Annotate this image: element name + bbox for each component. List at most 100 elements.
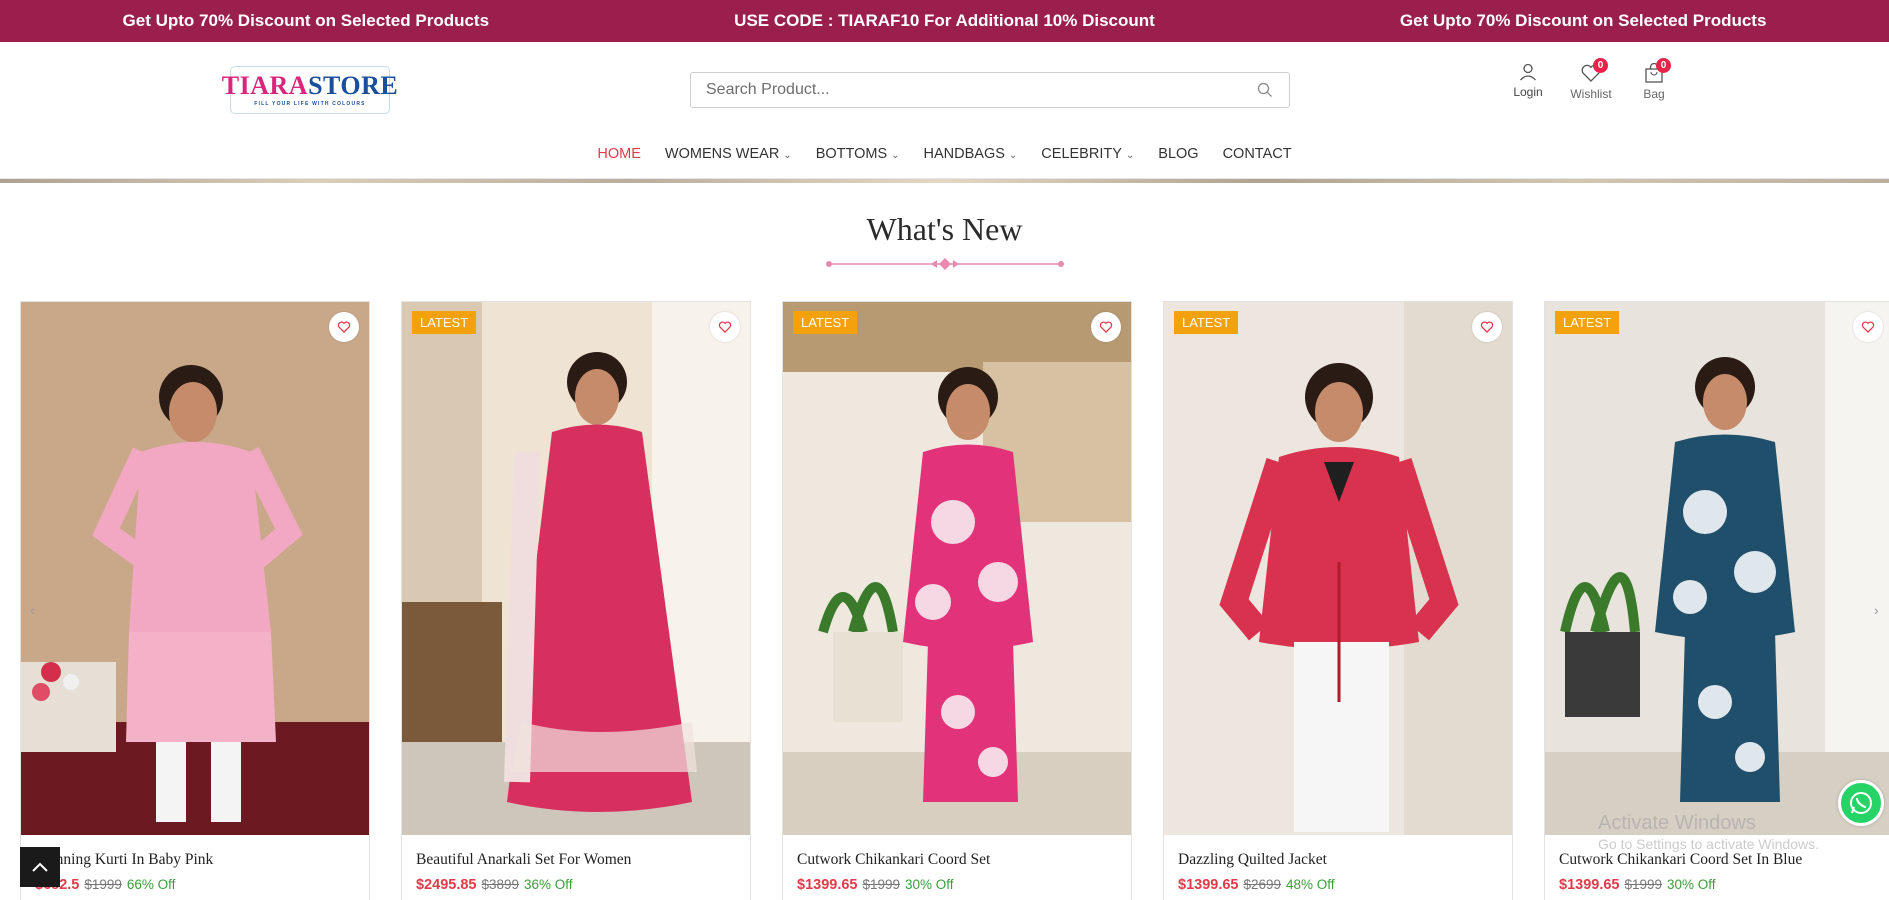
nav-contact-label: CONTACT [1222, 146, 1292, 162]
nav-blog[interactable]: BLOG [1158, 146, 1198, 162]
nav-blog-label: BLOG [1158, 146, 1199, 162]
chevron-down-icon: ⌄ [1125, 149, 1135, 161]
nav-home[interactable]: HOME [597, 146, 641, 162]
discount-percent: 36% Off [524, 877, 573, 892]
product-name[interactable]: Dazzling Quilted Jacket [1164, 835, 1512, 869]
product-card[interactable]: LATEST Dazzling Quilted Jacket $1399.65 $… [1163, 301, 1513, 900]
original-price: $1999 [1624, 877, 1663, 892]
heart-icon [1480, 321, 1494, 333]
watermark-title: Activate Windows [1598, 812, 1756, 834]
product-price: $1399.65 $1999 30% Off [783, 869, 1131, 893]
latest-badge: LATEST [1174, 311, 1239, 334]
discount-percent: 30% Off [1667, 877, 1716, 892]
wishlist-heart-button[interactable] [1091, 312, 1121, 342]
back-to-top-button[interactable] [20, 847, 60, 887]
wishlist-label: Wishlist [1570, 87, 1612, 101]
carousel-prev-arrow[interactable]: ‹ [30, 602, 35, 618]
section-title: What's New [866, 211, 1023, 247]
discount-percent: 30% Off [905, 877, 954, 892]
sale-price: $1399.65 [797, 877, 858, 893]
whatsapp-icon [1850, 792, 1872, 814]
promo-code-text: USE CODE : TIARAF10 For Additional 10% D… [734, 11, 1155, 30]
wishlist-heart-button[interactable] [1472, 312, 1502, 342]
login-button[interactable]: Login [1510, 62, 1546, 101]
product-price: $1399.65 $1999 30% Off [1545, 869, 1889, 893]
promo-right-text: Get Upto 70% Discount on Selected Produc… [1399, 11, 1767, 30]
product-name[interactable]: Beautiful Anarkali Set For Women [402, 835, 750, 869]
search-icon[interactable] [1257, 82, 1273, 98]
bag-button[interactable]: 0 Bag [1636, 58, 1672, 101]
title-divider-ornament [825, 258, 1064, 270]
latest-badge: LATEST [1555, 311, 1620, 334]
product-card[interactable]: LATEST Beautiful Anarkali Set For Women … [401, 301, 751, 900]
nav-celebrity[interactable]: CELEBRITY ⌄ [1041, 146, 1134, 162]
product-name[interactable]: Cutwork Chikankari Coord Set [783, 835, 1131, 869]
chevron-down-icon: ⌄ [891, 149, 900, 161]
heart-icon [1099, 321, 1113, 333]
windows-activation-watermark: Activate Windows Go to Settings to activ… [1598, 812, 1819, 852]
heart-icon [1861, 321, 1875, 333]
user-icon [1520, 63, 1536, 81]
wishlist-heart-button[interactable] [1853, 312, 1883, 342]
nav-bottoms-label: BOTTOMS [815, 146, 888, 162]
sale-price: $1399.65 [1559, 877, 1620, 893]
nav-handbags-label: HANDBAGS [923, 146, 1005, 162]
product-card[interactable]: Stunning Kurti In Baby Pink $682.5$19996… [20, 301, 370, 900]
watermark-subtitle: Go to Settings to activate Windows. [1598, 836, 1819, 852]
promo-bar: Get Upto 70% Discount on Selected Produc… [0, 0, 1889, 42]
product-image[interactable]: LATEST [1545, 302, 1889, 835]
sale-price: $2495.85 [416, 877, 477, 893]
main-nav: HOME WOMENS WEAR ⌄ BOTTOMS ⌄ HANDBAGS ⌄ CEL… [0, 146, 1889, 162]
product-price: $682.5$199966% Off [21, 869, 369, 893]
site-header: TIARASTORE FILL YOUR LIFE WITH COLOURS L… [0, 42, 1889, 179]
product-card[interactable]: LATEST Cutwork Chikankari Coord Set In B… [1544, 301, 1889, 900]
whatsapp-chat-button[interactable] [1838, 780, 1884, 826]
wishlist-count-badge: 0 [1593, 58, 1608, 73]
sale-price: $1399.65 [1178, 877, 1239, 893]
nav-womens-wear-label: WOMENS WEAR [664, 146, 780, 162]
latest-badge: LATEST [793, 311, 858, 334]
heart-icon [337, 321, 351, 333]
chevron-up-icon [32, 862, 48, 872]
banner-edge [0, 179, 1889, 183]
product-image[interactable]: LATEST [783, 302, 1131, 835]
original-price: $1999 [862, 877, 901, 892]
wishlist-button[interactable]: 0 Wishlist [1570, 58, 1612, 101]
product-image[interactable] [21, 302, 369, 835]
bag-count-badge: 0 [1656, 58, 1671, 73]
nav-home-label: HOME [597, 146, 641, 162]
product-name[interactable]: Stunning Kurti In Baby Pink [21, 835, 369, 869]
original-price: $1999 [84, 877, 122, 892]
carousel-next-arrow[interactable]: › [1874, 602, 1879, 618]
store-logo[interactable]: TIARASTORE FILL YOUR LIFE WITH COLOURS [222, 66, 398, 114]
chevron-down-icon: ⌄ [1008, 149, 1018, 161]
discount-percent: 48% Off [1286, 877, 1335, 892]
product-price: $2495.85 $3899 36% Off [402, 869, 750, 893]
nav-contact[interactable]: CONTACT [1223, 146, 1292, 162]
header-icons: Login 0 Wishlist 0 Bag [1510, 58, 1672, 101]
nav-handbags[interactable]: HANDBAGS ⌄ [924, 146, 1018, 162]
nav-womens-wear[interactable]: WOMENS WEAR ⌄ [665, 146, 792, 162]
logo-text-store: STORE [308, 71, 399, 100]
latest-badge: LATEST [412, 311, 477, 334]
login-label: Login [1513, 85, 1543, 99]
nav-celebrity-label: CELEBRITY [1041, 146, 1122, 162]
product-carousel: Stunning Kurti In Baby Pink $682.5$19996… [20, 301, 1889, 900]
wishlist-heart-button[interactable] [710, 312, 740, 342]
wishlist-heart-button[interactable] [329, 312, 359, 342]
search-box [690, 72, 1290, 108]
logo-text-tiara: TIARA [221, 71, 309, 100]
promo-left-text: Get Upto 70% Discount on Selected Produc… [122, 11, 490, 30]
original-price: $3899 [481, 877, 520, 892]
product-price: $1399.65 $2699 48% Off [1164, 869, 1512, 893]
product-card[interactable]: LATEST Cutwork Chikankari Coord Set $139… [782, 301, 1132, 900]
bag-label: Bag [1643, 87, 1665, 101]
heart-icon [718, 321, 732, 333]
search-input[interactable] [691, 73, 1231, 107]
chevron-down-icon: ⌄ [783, 149, 792, 161]
original-price: $2699 [1243, 877, 1282, 892]
product-image[interactable]: LATEST [1164, 302, 1512, 835]
product-image[interactable]: LATEST [402, 302, 750, 835]
nav-bottoms[interactable]: BOTTOMS ⌄ [816, 146, 900, 162]
discount-percent: 66% Off [126, 877, 176, 892]
